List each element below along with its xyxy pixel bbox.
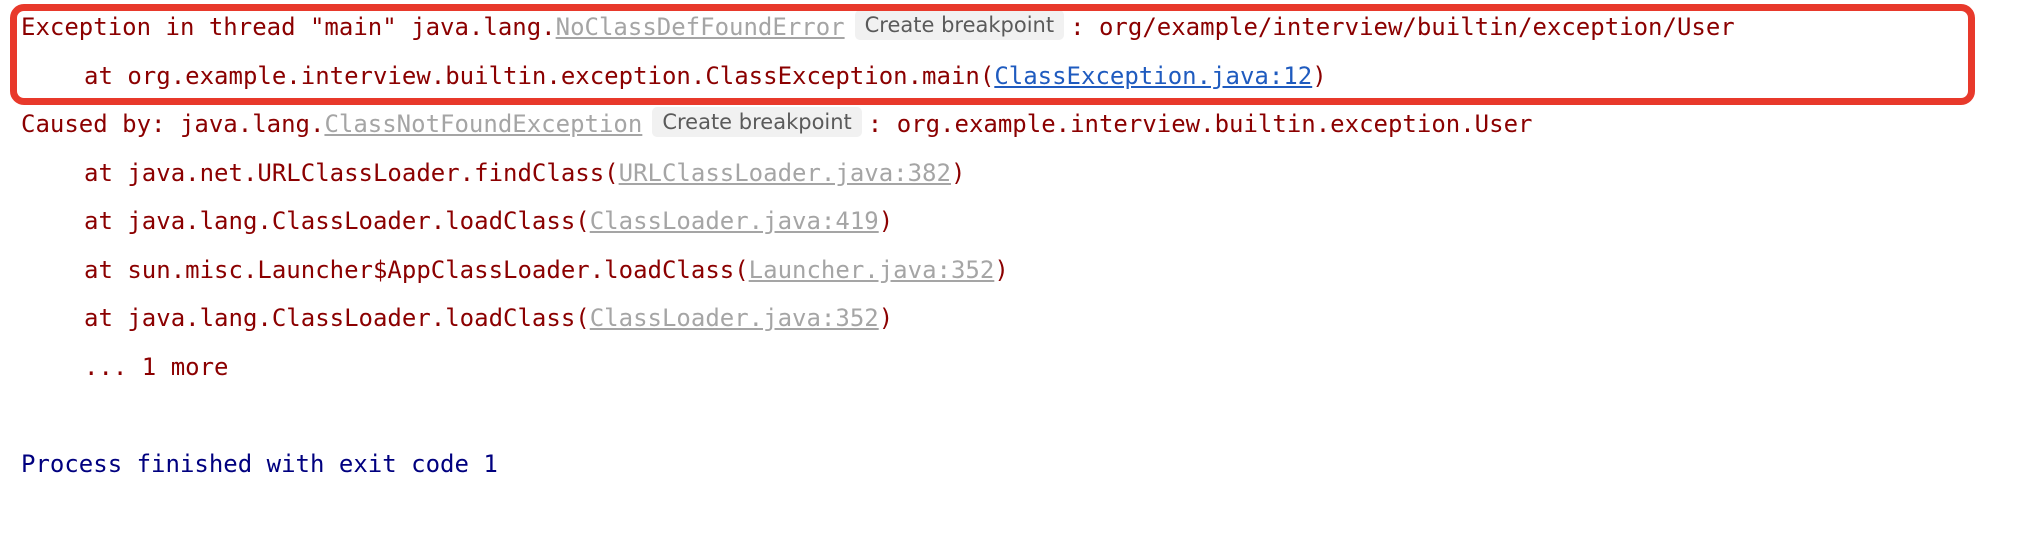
source-link[interactable]: URLClassLoader.java:382 xyxy=(619,159,951,187)
exception-line: Exception in thread "main" java.lang.NoC… xyxy=(21,7,1735,47)
more-frames-line: ... 1 more xyxy=(84,353,229,381)
stack-frame-text: at java.lang.ClassLoader.loadClass( xyxy=(84,207,590,235)
caused-by-message: : org.example.interview.builtin.exceptio… xyxy=(867,110,1533,138)
caused-by-class-link[interactable]: ClassNotFoundException xyxy=(324,110,642,138)
exception-prefix: Exception in thread "main" java.lang. xyxy=(21,13,556,41)
stack-frame-text: at java.lang.ClassLoader.loadClass( xyxy=(84,304,590,332)
source-link[interactable]: ClassException.java:12 xyxy=(994,62,1312,90)
stack-frame-close-paren: ) xyxy=(950,159,966,187)
stack-frame-close-paren: ) xyxy=(1312,62,1327,90)
source-link[interactable]: Launcher.java:352 xyxy=(749,256,995,284)
stack-frame: at java.net.URLClassLoader.findClass(URL… xyxy=(84,153,965,193)
source-link[interactable]: ClassLoader.java:419 xyxy=(590,207,879,235)
stack-frame-close-paren: ) xyxy=(878,207,894,235)
stack-frame-text: at org.example.interview.builtin.excepti… xyxy=(84,62,995,90)
caused-by-prefix: Caused by: java.lang. xyxy=(21,110,325,138)
stack-frame-main: at org.example.interview.builtin.excepti… xyxy=(84,56,1327,96)
stack-frame: at java.lang.ClassLoader.loadClass(Class… xyxy=(84,201,893,241)
console-output: Exception in thread "main" java.lang.NoC… xyxy=(0,0,2018,546)
process-exit-line: Process finished with exit code 1 xyxy=(21,450,498,478)
stack-frame: at sun.misc.Launcher$AppClassLoader.load… xyxy=(84,250,1009,290)
create-breakpoint-button[interactable]: Create breakpoint xyxy=(854,10,1065,40)
stack-frame-close-paren: ) xyxy=(878,304,894,332)
source-link[interactable]: ClassLoader.java:352 xyxy=(590,304,879,332)
stack-frame: at java.lang.ClassLoader.loadClass(Class… xyxy=(84,298,893,338)
create-breakpoint-button[interactable]: Create breakpoint xyxy=(652,107,862,137)
exception-class-link[interactable]: NoClassDefFoundError xyxy=(556,13,845,41)
stack-frame-close-paren: ) xyxy=(994,256,1009,284)
stack-frame-text: at java.net.URLClassLoader.findClass( xyxy=(84,159,619,187)
caused-by-line: Caused by: java.lang.ClassNotFoundExcept… xyxy=(21,104,1532,144)
exception-message: : org/example/interview/builtin/exceptio… xyxy=(1070,13,1735,41)
stack-frame-text: at sun.misc.Launcher$AppClassLoader.load… xyxy=(84,256,749,284)
